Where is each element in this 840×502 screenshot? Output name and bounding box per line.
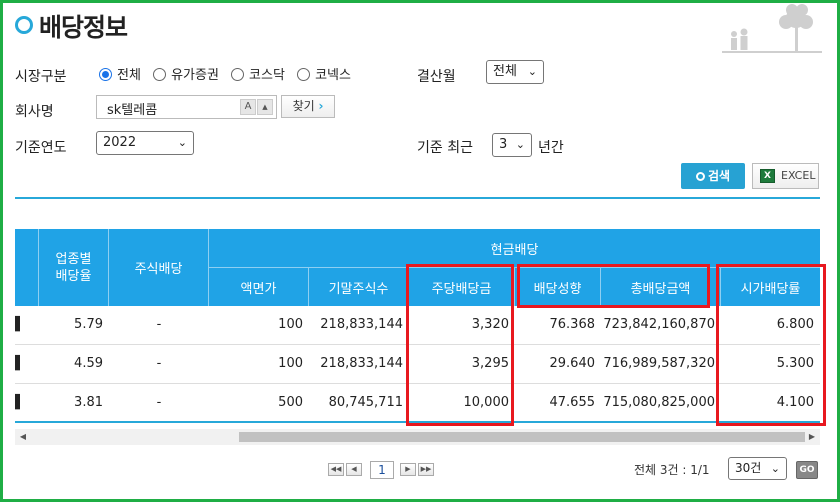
cell-sector-ratio: 3.81 [74, 395, 103, 410]
base-year-label: 기준연도 [15, 140, 67, 156]
total-count-text: 전체 3건 : 1/1 [634, 463, 710, 477]
scroll-right-arrow-icon[interactable]: ▶ [804, 429, 820, 445]
cell-payout: 47.655 [549, 395, 596, 410]
chevron-down-icon: ⌄ [177, 136, 187, 149]
highlight-box-dps [406, 264, 514, 426]
per-page-value: 30건 [735, 461, 762, 475]
chevron-down-icon: ⌄ [770, 462, 780, 475]
market-radio-all[interactable] [99, 68, 112, 81]
cut-cell: ▌ [15, 317, 23, 332]
first-page-icon[interactable]: ◀◀ [328, 463, 344, 476]
market-label: 시장구분 [15, 69, 67, 85]
scroll-left-arrow-icon[interactable]: ◀ [15, 429, 31, 445]
highlight-box-yield [716, 264, 826, 426]
cell-par-value: 100 [278, 317, 303, 332]
header-shares: 기말주식수 [309, 268, 409, 306]
search-button[interactable]: 검색 [681, 163, 745, 189]
recent-years-select[interactable]: 3 ⌄ [492, 133, 532, 157]
section-divider [15, 197, 820, 199]
ime-a-icon[interactable]: A [240, 99, 256, 115]
cell-total: 723,842,160,870 [603, 317, 715, 332]
header-stock-dividend: 주식배당 [109, 229, 209, 306]
market-radio-kospi[interactable] [153, 68, 167, 81]
market-option-label: 유가증권 [171, 68, 219, 83]
cell-payout: 29.640 [549, 356, 596, 371]
cell-shares: 80,745,711 [328, 395, 403, 410]
chevron-down-icon: ⌄ [527, 65, 537, 78]
excel-icon: X [760, 169, 775, 183]
find-button[interactable]: 찾기 › [281, 95, 335, 118]
cell-payout: 76.368 [549, 317, 596, 332]
recent-years-value: 3 [499, 137, 508, 152]
header-sector-ratio-line1: 업종별 [55, 251, 92, 267]
last-page-icon[interactable]: ▶▶ [418, 463, 434, 476]
company-input[interactable]: sk텔레콤 A ▲ [96, 95, 277, 119]
cell-stock-dividend: - [156, 395, 162, 410]
find-button-label: 찾기 [292, 99, 315, 113]
family-tree-illustration-icon [722, 4, 822, 53]
excel-download-button[interactable]: X EXCEL [752, 163, 819, 189]
header-sector-ratio: 업종별 배당율 [39, 229, 109, 306]
cell-par-value: 500 [278, 395, 303, 410]
cut-cell: ▌ [15, 356, 23, 371]
cell-par-value: 100 [278, 356, 303, 371]
per-page-select[interactable]: 30건 ⌄ [728, 457, 787, 480]
company-input-value: sk텔레콤 [107, 103, 158, 118]
base-year-value: 2022 [103, 135, 137, 150]
page-title: 배당정보 [39, 13, 128, 42]
market-radio-group: 전체 유가증권 코스닥 코넥스 [99, 64, 359, 83]
settlement-label: 결산월 [417, 69, 456, 85]
market-option-label: 코스닥 [249, 68, 285, 83]
chevron-down-icon: ⌄ [515, 138, 525, 151]
market-radio-konex[interactable] [297, 68, 311, 81]
cell-stock-dividend: - [156, 317, 162, 332]
search-button-label: 검색 [707, 169, 731, 183]
go-button[interactable]: GO [796, 461, 818, 479]
title-circle-icon [15, 16, 33, 34]
settlement-select[interactable]: 전체 ⌄ [486, 60, 544, 84]
chevron-right-icon: › [318, 99, 324, 113]
search-icon [695, 172, 705, 181]
cut-cell: ▌ [15, 395, 23, 410]
company-label: 회사명 [15, 104, 54, 120]
header-cut-column [15, 229, 39, 306]
market-option-label: 코넥스 [315, 68, 351, 83]
header-sector-ratio-line2: 배당율 [55, 268, 92, 284]
cell-shares: 218,833,144 [320, 356, 403, 371]
settlement-value: 전체 [493, 64, 517, 79]
market-option-label: 전체 [117, 68, 141, 83]
cell-sector-ratio: 4.59 [74, 356, 103, 371]
scrollbar-thumb[interactable] [239, 432, 805, 442]
market-radio-kosdaq[interactable] [231, 68, 245, 81]
horizontal-scrollbar[interactable]: ◀ ▶ [15, 429, 820, 445]
dropdown-up-icon[interactable]: ▲ [257, 99, 273, 115]
header-cash-dividend-group: 현금배당 [209, 229, 820, 268]
header-par-value: 액면가 [209, 268, 309, 306]
highlight-box-payout-total [517, 264, 710, 308]
next-page-icon[interactable]: ▶ [400, 463, 416, 476]
cell-sector-ratio: 5.79 [74, 317, 103, 332]
excel-button-label: EXCEL [781, 169, 816, 182]
cell-total: 715,080,825,000 [603, 395, 715, 410]
base-year-select[interactable]: 2022 ⌄ [96, 131, 194, 155]
recent-unit-label: 년간 [538, 140, 564, 156]
cell-stock-dividend: - [156, 356, 162, 371]
prev-page-icon[interactable]: ◀ [346, 463, 362, 476]
page-number-current[interactable]: 1 [370, 461, 394, 479]
recent-label: 기준 최근 [417, 140, 473, 156]
cell-total: 716,989,587,320 [603, 356, 715, 371]
cell-shares: 218,833,144 [320, 317, 403, 332]
